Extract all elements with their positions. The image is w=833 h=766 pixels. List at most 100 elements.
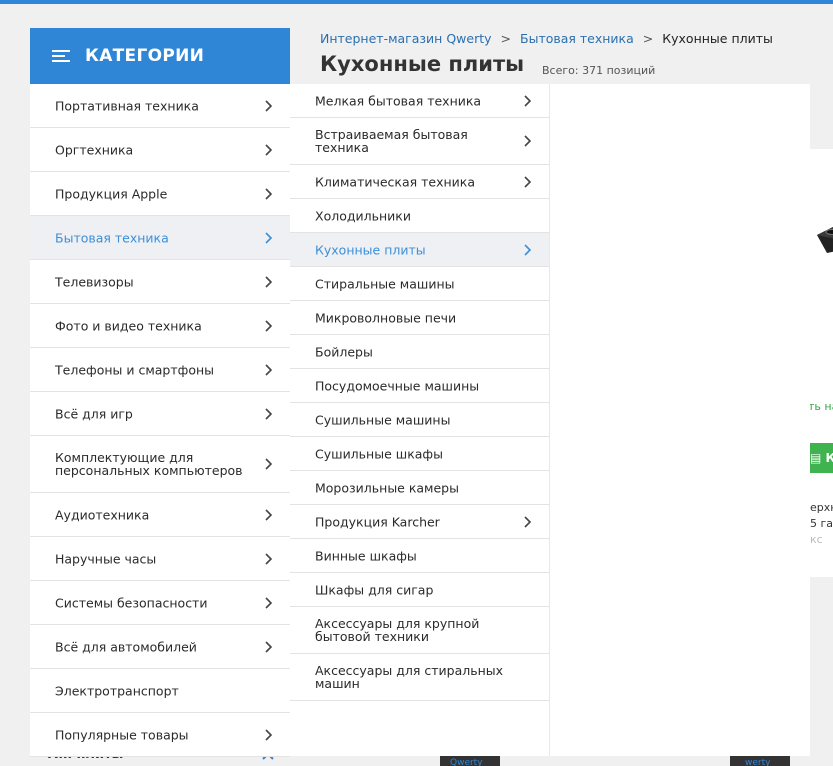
submenu-item[interactable]: Морозильные камеры	[290, 471, 549, 505]
category-label: Оргтехника	[55, 142, 134, 157]
submenu-label: Сушильные машины	[315, 412, 451, 427]
submenu-item[interactable]: Продукция Karcher	[290, 505, 549, 539]
category-item[interactable]: Аудиотехника	[30, 493, 290, 537]
category-item[interactable]: Продукция Apple	[30, 172, 290, 216]
chevron-right-icon	[265, 319, 273, 332]
category-item[interactable]: Бытовая техника	[30, 216, 290, 260]
category-item[interactable]: Комплектующие для персональных компьютер…	[30, 436, 290, 493]
submenu-label: Холодильники	[315, 208, 411, 223]
submenu-label: Бойлеры	[315, 344, 373, 359]
category-label: Фото и видео техника	[55, 318, 202, 333]
chevron-right-icon	[524, 135, 532, 147]
category-label: Портативная техника	[55, 98, 199, 113]
submenu-column: Мелкая бытовая техника Встраиваемая бытов…	[290, 84, 550, 756]
category-label: Популярные товары	[55, 727, 189, 742]
category-label: Электротранспорт	[55, 683, 179, 698]
hamburger-icon	[52, 50, 70, 62]
category-item[interactable]: Всё для автомобилей	[30, 625, 290, 669]
submenu-item[interactable]: Мелкая бытовая техника	[290, 84, 549, 118]
chevron-right-icon	[265, 596, 273, 609]
category-label: Аудиотехника	[55, 507, 150, 522]
submenu-label: Стиральные машины	[315, 276, 455, 291]
category-item[interactable]: Электротранспорт	[30, 669, 290, 713]
category-item[interactable]: Портативная техника	[30, 84, 290, 128]
category-label: Бытовая техника	[55, 230, 169, 245]
submenu-label: Продукция Karcher	[315, 514, 440, 529]
stock-status: ть на	[808, 400, 833, 413]
categories-header[interactable]: КАТЕГОРИИ	[30, 28, 290, 84]
category-label: Системы безопасности	[55, 595, 208, 610]
submenu-item[interactable]: Посудомоечные машины	[290, 369, 549, 403]
category-label: Всё для игр	[55, 406, 133, 421]
breadcrumb: Интернет-магазин Qwerty > Бытовая техника >…	[320, 31, 773, 46]
chevron-right-icon	[265, 552, 273, 565]
breadcrumb-separator-icon: >	[500, 31, 511, 46]
submenu-list: Мелкая бытовая техника Встраиваемая бытов…	[290, 84, 549, 701]
category-item[interactable]: Системы безопасности	[30, 581, 290, 625]
item-count: Всего: 371 позиций	[542, 64, 656, 77]
submenu-label: Винные шкафы	[315, 548, 417, 563]
breadcrumb-link-appliances[interactable]: Бытовая техника	[520, 31, 634, 46]
product-description: ерхн 5 газ кс	[810, 500, 833, 548]
category-label: Продукция Apple	[55, 186, 168, 201]
submenu-label: Климатическая техника	[315, 174, 476, 189]
submenu-item[interactable]: Климатическая техника	[290, 165, 549, 199]
submenu-item[interactable]: Бойлеры	[290, 335, 549, 369]
category-item[interactable]: Фото и видео техника	[30, 304, 290, 348]
chevron-right-icon	[265, 728, 273, 741]
breadcrumb-current: Кухонные плиты	[662, 31, 773, 46]
chevron-right-icon	[265, 640, 273, 653]
buy-button-label: К	[825, 451, 833, 465]
top-accent-bar	[0, 0, 833, 4]
submenu-item[interactable]: Сушильные шкафы	[290, 437, 549, 471]
submenu-label: Микроволновые печи	[315, 310, 457, 325]
submenu-label: Мелкая бытовая техника	[315, 93, 482, 108]
description-line: 5 газ	[810, 517, 833, 530]
breadcrumb-link-home[interactable]: Интернет-магазин Qwerty	[320, 31, 492, 46]
svg-text:Qwerty: Qwerty	[450, 758, 483, 766]
submenu-panel: Мелкая бытовая техника Встраиваемая бытов…	[290, 84, 810, 756]
chevron-right-icon	[524, 515, 532, 528]
submenu-label: Аксессуары для крупной бытовой техники	[315, 616, 480, 644]
category-label: Телефоны и смартфоны	[55, 362, 215, 377]
category-item[interactable]: Всё для игр	[30, 392, 290, 436]
submenu-item[interactable]: Винные шкафы	[290, 539, 549, 573]
description-line: кс	[810, 533, 823, 546]
submenu-item[interactable]: Аксессуары для крупной бытовой техники	[290, 607, 549, 654]
submenu-label: Аксессуары для стиральных машин	[315, 663, 504, 691]
category-item[interactable]: Телевизоры	[30, 260, 290, 304]
submenu-label: Посудомоечные машины	[315, 378, 480, 393]
category-list: Портативная техника Оргтехника Продукция A…	[30, 84, 290, 757]
submenu-item[interactable]: Микроволновые печи	[290, 301, 549, 335]
svg-text:werty: werty	[745, 758, 771, 766]
chevron-right-icon	[265, 508, 273, 521]
submenu-label: Кухонные плиты	[315, 242, 426, 257]
chevron-right-icon	[524, 94, 532, 107]
breadcrumb-separator-icon: >	[642, 31, 654, 46]
page-title: Кухонные плиты	[320, 52, 525, 76]
chevron-right-icon	[265, 187, 273, 200]
category-item[interactable]: Телефоны и смартфоны	[30, 348, 290, 392]
submenu-label: Сушильные шкафы	[315, 446, 443, 461]
submenu-item[interactable]: Шкафы для сигар	[290, 573, 549, 607]
submenu-item[interactable]: Стиральные машины	[290, 267, 549, 301]
category-label: Комплектующие для персональных компьютер…	[55, 450, 243, 478]
chevron-right-icon	[265, 458, 273, 470]
submenu-item[interactable]: Встраиваемая бытовая техника	[290, 118, 549, 165]
submenu-item[interactable]: Холодильники	[290, 199, 549, 233]
submenu-label: Морозильные камеры	[315, 480, 459, 495]
submenu-item[interactable]: Кухонные плиты	[290, 233, 549, 267]
category-item[interactable]: Популярные товары	[30, 713, 290, 757]
categories-title: КАТЕГОРИИ	[85, 46, 205, 66]
submenu-item[interactable]: Аксессуары для стиральных машин	[290, 654, 549, 701]
category-item[interactable]: Оргтехника	[30, 128, 290, 172]
chevron-right-icon	[265, 231, 273, 244]
category-label: Наручные часы	[55, 551, 157, 566]
category-label: Телевизоры	[55, 274, 134, 289]
category-item[interactable]: Наручные часы	[30, 537, 290, 581]
cart-icon: ▤	[810, 451, 826, 465]
submenu-label: Шкафы для сигар	[315, 582, 434, 597]
chevron-right-icon	[265, 363, 273, 376]
chevron-right-icon	[265, 143, 273, 156]
submenu-item[interactable]: Сушильные машины	[290, 403, 549, 437]
